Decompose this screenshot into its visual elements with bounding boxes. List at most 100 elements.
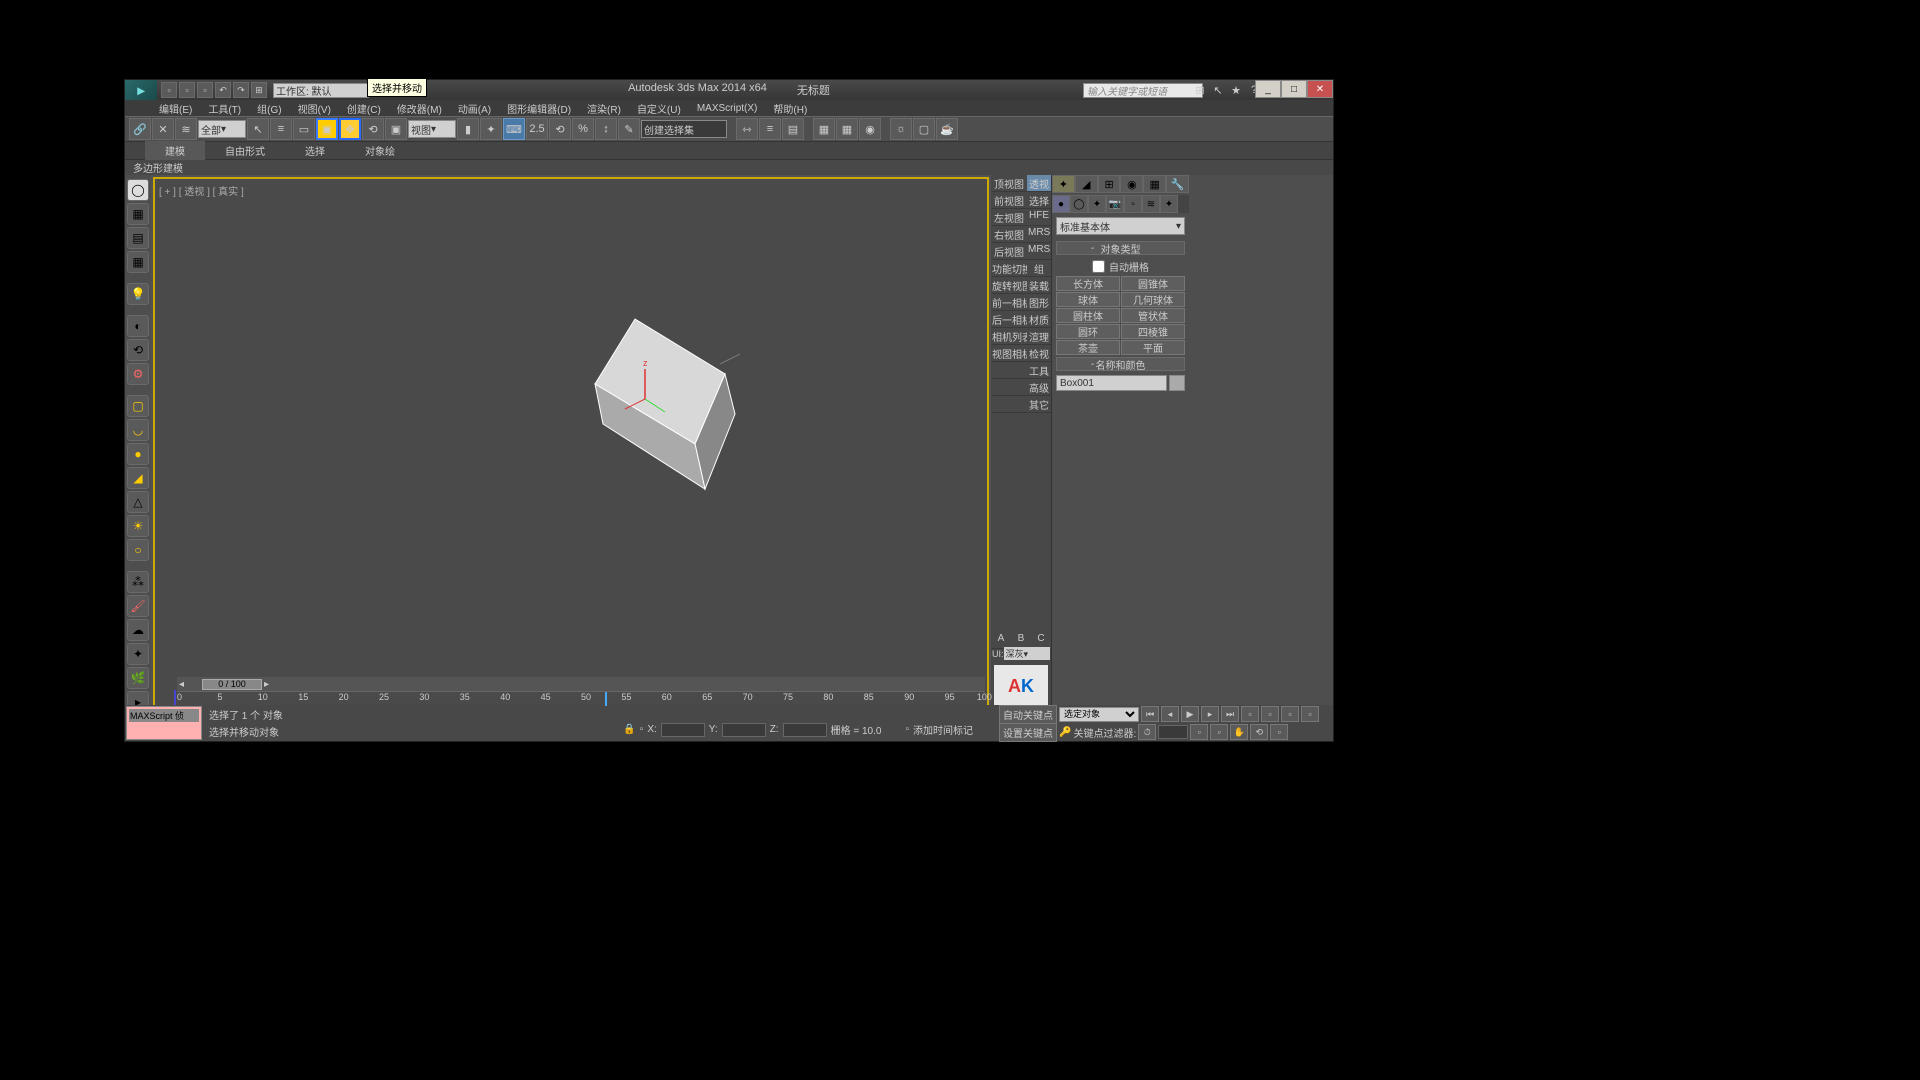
key-target-selector[interactable]: 选定对象 (1059, 707, 1139, 722)
time-config-icon[interactable]: ⏱ (1138, 724, 1156, 740)
light-icon[interactable]: 💡 (127, 283, 149, 305)
geometry-subtab-icon[interactable]: ● (1052, 195, 1070, 213)
angle-snap-icon[interactable]: ⟲ (549, 118, 571, 140)
menu-group[interactable]: 组(G) (253, 101, 285, 116)
spray-icon[interactable]: 🖌 (127, 595, 149, 617)
search-input[interactable]: 输入关键字或短语 (1083, 83, 1203, 98)
menu-help[interactable]: 帮助(H) (769, 101, 811, 116)
selection-filter[interactable]: 全部 ▾ (198, 120, 246, 138)
view-shape[interactable]: 图形 (1027, 294, 1051, 311)
view-right[interactable]: 右视图 (991, 226, 1027, 243)
named-selection-sets[interactable]: 创建选择集 (641, 120, 727, 138)
dome-icon[interactable]: ◡ (127, 419, 149, 441)
schematic-icon[interactable]: ▦ (836, 118, 858, 140)
viewport-label[interactable]: [ + ] [ 透视 ] [ 真实 ] (159, 183, 244, 198)
view-camlist[interactable]: 相机列表 (991, 328, 1027, 345)
list-icon[interactable]: ▤ (127, 227, 149, 249)
menu-maxscript[interactable]: MAXScript(X) (693, 103, 762, 114)
key-icon[interactable]: ▫ (640, 724, 644, 735)
link-icon[interactable]: ⊞ (251, 82, 267, 98)
name-color-rollout[interactable]: - 名称和颜色 (1056, 357, 1185, 371)
view-hfe[interactable]: HFE (1027, 209, 1051, 226)
layers-icon[interactable]: ▤ (782, 118, 804, 140)
sphere-icon[interactable]: ◯ (127, 179, 149, 201)
view-toggle[interactable]: 功能切换 (991, 260, 1027, 277)
systems-subtab-icon[interactable]: ✦ (1160, 195, 1178, 213)
select-region-icon[interactable]: ▭ (293, 118, 315, 140)
unlink-icon[interactable]: ✕ (152, 118, 174, 140)
maxscript-listener[interactable]: MAXScript 侦 (126, 706, 202, 740)
nav7-icon[interactable]: ✋ (1230, 724, 1248, 740)
view-persp[interactable]: 透视 (1027, 175, 1051, 192)
spinner-snap-icon[interactable]: ↕ (595, 118, 617, 140)
object-name-input[interactable]: Box001 (1056, 375, 1167, 391)
view-mrs2[interactable]: MRS (1027, 243, 1051, 260)
play-icon[interactable]: ▶ (1181, 706, 1199, 722)
btn-box[interactable]: 长方体 (1056, 276, 1120, 291)
frame-input[interactable] (1158, 725, 1188, 739)
ribbon-tab-selection[interactable]: 选择 (285, 141, 345, 160)
select-name-icon[interactable]: ≡ (270, 118, 292, 140)
view-viewcam[interactable]: 视图相机 (991, 345, 1027, 362)
primitive-type-dropdown[interactable]: 标准基本体▾ (1056, 217, 1185, 235)
pyramid-icon[interactable]: △ (127, 491, 149, 513)
menu-animation[interactable]: 动画(A) (454, 101, 495, 116)
select-object-icon[interactable]: ↖ (247, 118, 269, 140)
add-time-tag[interactable]: 添加时间标记 (913, 722, 973, 737)
motion-tab-icon[interactable]: ◉ (1120, 175, 1143, 193)
nav8-icon[interactable]: ⟲ (1250, 724, 1268, 740)
view-mrs1[interactable]: MRS (1027, 226, 1051, 243)
maximize-button[interactable]: □ (1281, 80, 1307, 98)
nav6-icon[interactable]: ▫ (1210, 724, 1228, 740)
time-ruler[interactable]: 0 5 10 15 20 25 30 35 40 45 50 55 60 65 … (177, 691, 985, 705)
view-render[interactable]: 渲理 (1027, 328, 1051, 345)
edit-named-sel-icon[interactable]: ✎ (618, 118, 640, 140)
lights-subtab-icon[interactable]: ✦ (1088, 195, 1106, 213)
use-center-icon[interactable]: ▮ (457, 118, 479, 140)
manipulate-icon[interactable]: ✦ (480, 118, 502, 140)
menu-tools[interactable]: 工具(T) (204, 101, 245, 116)
menu-render[interactable]: 渲染(R) (583, 101, 625, 116)
open-icon[interactable]: ▫ (179, 82, 195, 98)
render-setup-icon[interactable]: ☼ (890, 118, 912, 140)
camera-icon[interactable]: ◐ (127, 315, 149, 337)
view-top[interactable]: 顶视图 (991, 175, 1027, 192)
view-adv[interactable]: 高级 (1027, 379, 1051, 396)
nav3-icon[interactable]: ▫ (1281, 706, 1299, 722)
lock-icon[interactable]: 🔒 (623, 724, 635, 735)
render-frame-icon[interactable]: ▢ (913, 118, 935, 140)
helper-icon[interactable]: ⚙ (127, 363, 149, 385)
bind-icon[interactable]: ≋ (175, 118, 197, 140)
star-icon[interactable]: ★ (1229, 83, 1243, 97)
view-group[interactable]: 组 (1027, 260, 1051, 277)
select-scale-icon[interactable]: ▣ (385, 118, 407, 140)
autogrid-checkbox[interactable] (1092, 260, 1105, 273)
nav4-icon[interactable]: ▫ (1301, 706, 1319, 722)
playhead[interactable] (605, 692, 607, 706)
view-load[interactable]: 装载 (1027, 277, 1051, 294)
align-icon[interactable]: ≡ (759, 118, 781, 140)
modify-tab-icon[interactable]: ◢ (1075, 175, 1098, 193)
nav2-icon[interactable]: ▫ (1261, 706, 1279, 722)
y-input[interactable] (722, 723, 766, 737)
btn-teapot[interactable]: 茶壶 (1056, 340, 1120, 355)
hierarchy-tab-icon[interactable]: ⊞ (1098, 175, 1121, 193)
view-tool[interactable]: 工具 (1027, 362, 1051, 379)
cone-icon[interactable]: ◢ (127, 467, 149, 489)
x-input[interactable] (661, 723, 705, 737)
circle-icon[interactable]: ○ (127, 539, 149, 561)
btn-sphere[interactable]: 球体 (1056, 292, 1120, 307)
nav5-icon[interactable]: ▫ (1190, 724, 1208, 740)
menu-graph[interactable]: 图形编辑器(D) (503, 101, 575, 116)
view-left[interactable]: 左视图 (991, 209, 1027, 226)
btn-geosphere[interactable]: 几何球体 (1121, 292, 1185, 307)
new-icon[interactable]: ▫ (161, 82, 177, 98)
save-icon[interactable]: ▫ (197, 82, 213, 98)
ribbon-tab-freeform[interactable]: 自由形式 (205, 141, 285, 160)
spacewarps-subtab-icon[interactable]: ≋ (1142, 195, 1160, 213)
workspace-selector[interactable]: 工作区: 默认 (273, 83, 369, 98)
prev-frame-icon[interactable]: ◂ (1161, 706, 1179, 722)
btn-cone[interactable]: 圆锥体 (1121, 276, 1185, 291)
timetag-icon[interactable]: ▫ (905, 724, 909, 735)
sphere-yellow-icon[interactable]: ● (127, 443, 149, 465)
